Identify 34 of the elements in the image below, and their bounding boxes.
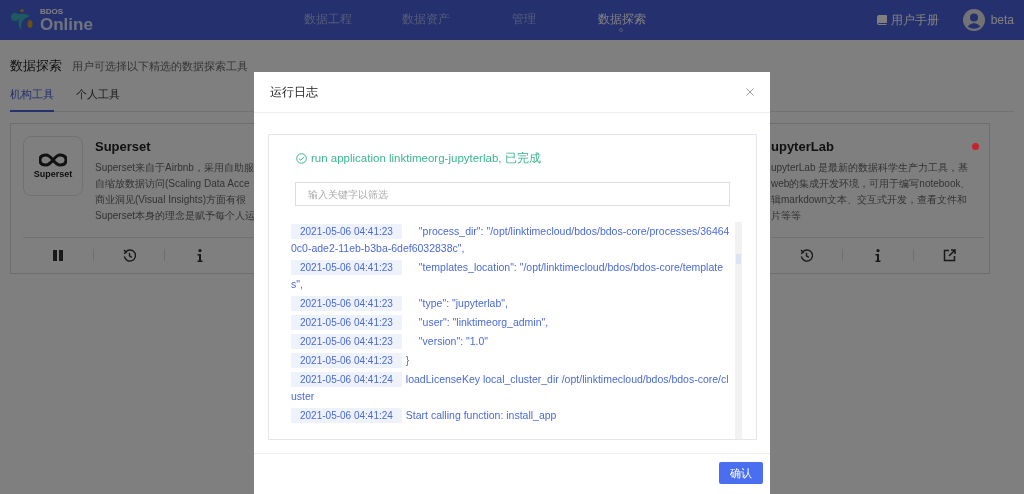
history-icon[interactable] [122, 248, 136, 262]
tool-description: 自缩放数据访问(Scaling Data Acce [95, 177, 251, 190]
check-circle-icon [296, 153, 307, 164]
external-link-icon[interactable] [943, 248, 957, 262]
tab[interactable]: 个人工具 [76, 87, 120, 112]
nav-item[interactable]: 数据探索 [573, 0, 671, 40]
tab[interactable]: 机构工具 [10, 87, 54, 112]
tool-description: Superset来自于Airbnb，采用自助服 [95, 161, 255, 174]
infinity-icon [39, 153, 67, 167]
page-title: 数据探索 [10, 57, 62, 75]
dialog-title: 运行日志 [270, 83, 318, 101]
app-logo: Superset [23, 136, 83, 196]
info-icon[interactable] [875, 248, 881, 262]
info-icon[interactable] [197, 248, 203, 262]
avatar-icon[interactable] [962, 9, 985, 31]
tool-title: upyterLab [771, 139, 834, 154]
book-icon [876, 15, 887, 25]
tool-title: Superset [95, 139, 151, 154]
tool-description: 商业洞见(Visual Insights)方面有很 [95, 193, 247, 206]
status-message: run application linktimeorg-jupyterlab, 已完成 [311, 151, 541, 166]
scrollbar[interactable] [735, 222, 742, 439]
pause-icon[interactable] [53, 249, 63, 261]
tool-description: Superset本身的理念是赋予每个人运 [95, 209, 257, 222]
history-icon[interactable] [799, 248, 813, 262]
confirm-button[interactable]: 确认 [719, 462, 763, 484]
page-subtitle: 用户可选择以下精选的数据探索工具 [72, 60, 248, 74]
filter-field[interactable]: 输入关键字以筛选 [295, 182, 730, 206]
user-manual-link[interactable]: 用户手册 [890, 11, 939, 29]
logo-text: Online [40, 15, 93, 33]
username[interactable]: beta [990, 13, 1014, 27]
logo-subtitle: BDOS [40, 7, 65, 16]
tool-description: 辑markdown文本、交互式开发，查看文件和 [771, 193, 969, 206]
tool-description: 片等等 [771, 209, 802, 222]
close-icon[interactable] [746, 88, 754, 96]
